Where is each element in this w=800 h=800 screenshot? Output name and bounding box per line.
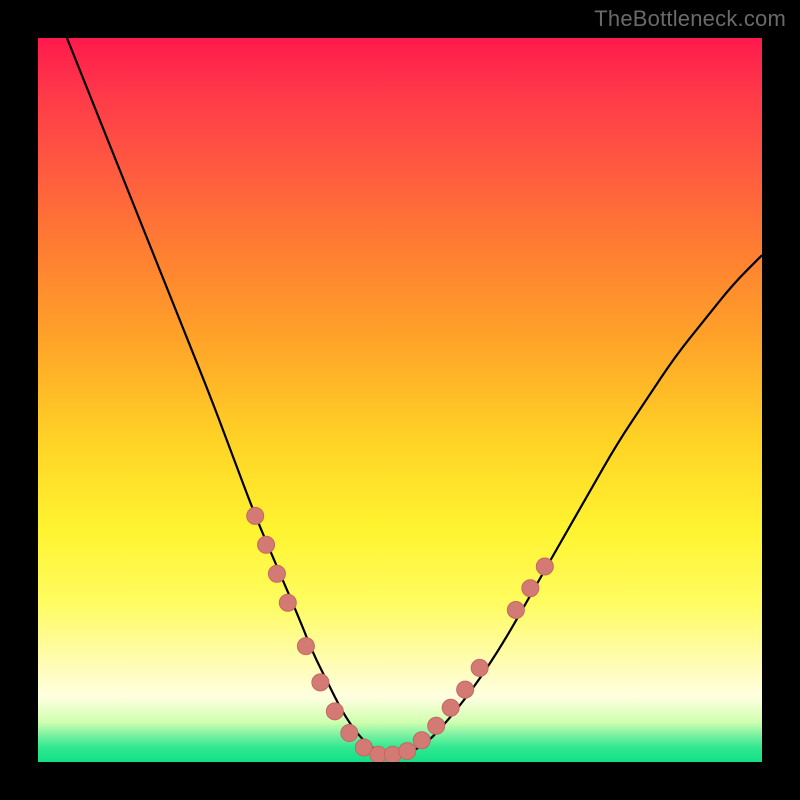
curve-marker — [522, 580, 539, 597]
curve-marker — [341, 725, 358, 742]
curve-layer — [38, 38, 762, 762]
curve-marker — [326, 703, 343, 720]
curve-marker — [536, 558, 553, 575]
curve-marker — [442, 699, 459, 716]
curve-marker — [312, 674, 329, 691]
curve-marker — [457, 681, 474, 698]
curve-marker — [471, 659, 488, 676]
curve-marker — [413, 732, 430, 749]
bottleneck-curve — [67, 38, 762, 755]
plot-area — [38, 38, 762, 762]
curve-marker — [247, 507, 264, 524]
curve-marker — [399, 743, 416, 760]
curve-marker — [507, 601, 524, 618]
watermark-text: TheBottleneck.com — [594, 6, 786, 32]
curve-marker — [258, 536, 275, 553]
curve-marker — [268, 565, 285, 582]
curve-marker — [428, 717, 445, 734]
curve-path — [67, 38, 762, 755]
curve-marker — [279, 594, 296, 611]
curve-marker — [297, 638, 314, 655]
chart-frame: TheBottleneck.com — [0, 0, 800, 800]
